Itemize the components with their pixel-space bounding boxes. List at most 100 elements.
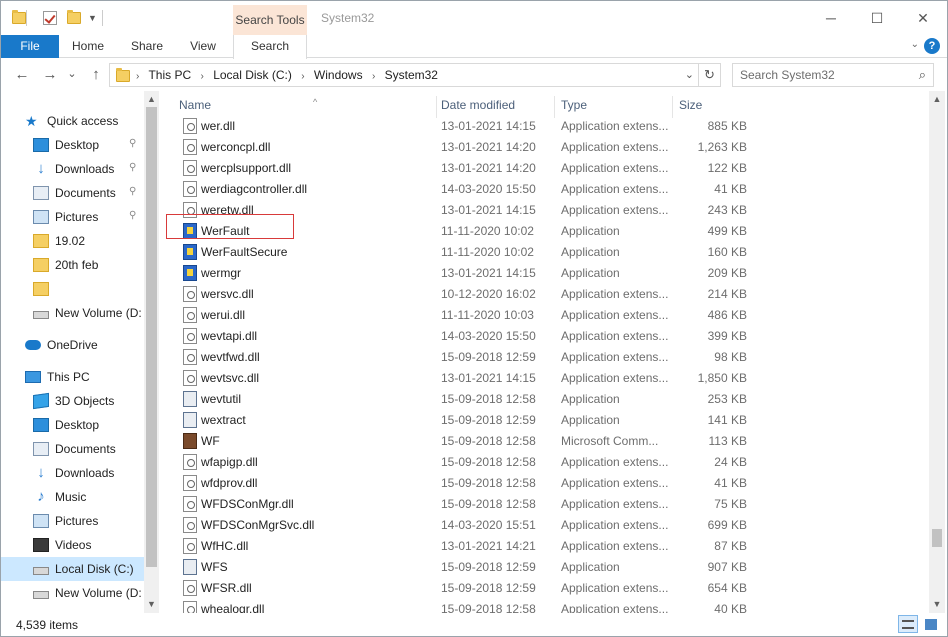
- breadcrumb-separator[interactable]: ›: [201, 71, 204, 82]
- file-row[interactable]: WfHC.dll 13-01-2021 14:21 Application exte…: [179, 536, 755, 557]
- file-row[interactable]: wercplsupport.dll 13-01-2021 14:20 Applica…: [179, 158, 755, 179]
- file-row[interactable]: wfapigp.dll 15-09-2018 12:58 Application e…: [179, 452, 755, 473]
- sidebar-item[interactable]: Local Disk (C:): [1, 557, 144, 581]
- breadcrumb-windows[interactable]: Windows: [314, 68, 363, 82]
- drive-icon: [33, 567, 49, 575]
- file-row[interactable]: wevtapi.dll 14-03-2020 15:50 Application e…: [179, 326, 755, 347]
- recent-locations-button[interactable]: ⌄: [63, 67, 81, 80]
- breadcrumb-local-disk[interactable]: Local Disk (C:): [213, 68, 292, 82]
- file-list-scrollbar[interactable]: ▲ ▼: [929, 91, 945, 613]
- back-button[interactable]: ←: [13, 66, 31, 83]
- sidebar-item[interactable]: This PC: [1, 365, 144, 389]
- file-row[interactable]: wer.dll 13-01-2021 14:15 Application exten…: [179, 116, 755, 137]
- sidebar-item[interactable]: Pictures: [1, 205, 144, 229]
- column-header-size[interactable]: Size: [673, 96, 753, 118]
- sidebar-item[interactable]: 19.02: [1, 229, 144, 253]
- file-row[interactable]: werconcpl.dll 13-01-2021 14:20 Application…: [179, 137, 755, 158]
- large-icons-view-button[interactable]: [921, 615, 941, 633]
- file-row[interactable]: wevtsvc.dll 13-01-2021 14:15 Application e…: [179, 368, 755, 389]
- up-button[interactable]: ↑: [87, 66, 105, 83]
- file-date: 15-09-2018 12:59: [441, 350, 536, 364]
- sidebar-item[interactable]: 3D Objects: [1, 389, 144, 413]
- sidebar-item-label: Downloads: [55, 466, 115, 480]
- file-row[interactable]: wermgr 13-01-2021 14:15 Application 209 KB: [179, 263, 755, 284]
- column-header-name[interactable]: Name ^: [173, 96, 437, 118]
- new-folder-icon[interactable]: [67, 10, 81, 26]
- column-header-date[interactable]: Date modified: [435, 96, 555, 118]
- breadcrumb-this-pc[interactable]: This PC: [148, 68, 191, 82]
- file-row[interactable]: wevtfwd.dll 15-09-2018 12:59 Application e…: [179, 347, 755, 368]
- file-row[interactable]: wevtutil 15-09-2018 12:58 Application 253 K…: [179, 389, 755, 410]
- sidebar-item[interactable]: Videos: [1, 533, 144, 557]
- help-icon[interactable]: ?: [924, 38, 940, 54]
- breadcrumb-separator[interactable]: ›: [301, 71, 304, 82]
- tab-file[interactable]: File: [1, 35, 59, 58]
- close-button[interactable]: ✕: [911, 7, 935, 29]
- tab-search[interactable]: Search: [233, 35, 307, 59]
- scrollbar-thumb[interactable]: [146, 107, 157, 567]
- sidebar-item[interactable]: 20th feb: [1, 253, 144, 277]
- dll-file-icon: [183, 139, 197, 155]
- scroll-down-icon[interactable]: ▼: [144, 599, 159, 609]
- file-row[interactable]: wfdprov.dll 15-09-2018 12:58 Application e…: [179, 473, 755, 494]
- file-size: 122 KB: [707, 161, 747, 175]
- tab-view[interactable]: View: [183, 35, 223, 58]
- breadcrumb-system32[interactable]: System32: [385, 68, 438, 82]
- sidebar-item[interactable]: Desktop: [1, 413, 144, 437]
- file-row[interactable]: werdiagcontroller.dll 14-03-2020 15:50 App…: [179, 179, 755, 200]
- file-row[interactable]: werui.dll 11-11-2020 10:03 Application ext…: [179, 305, 755, 326]
- file-row[interactable]: wextract 15-09-2018 12:59 Application 141 K…: [179, 410, 755, 431]
- sidebar-item[interactable]: Documents: [1, 437, 144, 461]
- refresh-button[interactable]: ↻: [698, 64, 720, 86]
- customize-quick-access-icon[interactable]: ▼: [88, 10, 97, 26]
- file-date: 15-09-2018 12:58: [441, 392, 536, 406]
- context-tab-label: Search Tools: [233, 5, 307, 35]
- breadcrumb-separator[interactable]: ›: [372, 71, 375, 82]
- file-size: 1,850 KB: [697, 371, 747, 385]
- navigation-scrollbar[interactable]: ▲ ▼: [144, 91, 159, 613]
- expand-ribbon-icon[interactable]: ⌄: [911, 39, 919, 50]
- sidebar-item[interactable]: OneDrive: [1, 333, 144, 357]
- sidebar-item[interactable]: New Volume (D:: [1, 301, 144, 325]
- file-row[interactable]: WFS 15-09-2018 12:59 Application 907 KB: [179, 557, 755, 578]
- search-input[interactable]: [733, 64, 903, 86]
- file-row[interactable]: WF 15-09-2018 12:58 Microsoft Comm... 113 K…: [179, 431, 755, 452]
- scrollbar-thumb[interactable]: [932, 529, 942, 547]
- properties-icon[interactable]: [43, 10, 57, 26]
- sidebar-item[interactable]: Documents: [1, 181, 144, 205]
- sidebar-item[interactable]: Desktop: [1, 133, 144, 157]
- file-row[interactable]: WFDSConMgr.dll 15-09-2018 12:58 Applicatio…: [179, 494, 755, 515]
- tab-share[interactable]: Share: [125, 35, 169, 58]
- sidebar-item[interactable]: ♪ Music: [1, 485, 144, 509]
- folder-icon: [33, 258, 49, 272]
- scroll-down-icon[interactable]: ▼: [929, 599, 945, 609]
- pin-icon: ⚲: [129, 210, 137, 221]
- search-icon[interactable]: ⌕: [919, 67, 926, 83]
- details-view-button[interactable]: [898, 615, 918, 633]
- cloud-icon: [25, 340, 41, 350]
- forward-button[interactable]: →: [41, 66, 59, 83]
- tab-home[interactable]: Home: [67, 35, 109, 58]
- sidebar-item[interactable]: Pictures: [1, 509, 144, 533]
- file-row[interactable]: WFDSConMgrSvc.dll 14-03-2020 15:51 Applica…: [179, 515, 755, 536]
- address-dropdown-icon[interactable]: ⌄: [685, 68, 694, 81]
- sidebar-item-label: 19.02: [55, 234, 86, 248]
- maximize-button[interactable]: ☐: [865, 7, 889, 29]
- scroll-up-icon[interactable]: ▲: [144, 94, 159, 104]
- file-row[interactable]: WerFaultSecure 11-11-2020 10:02 Applicatio…: [179, 242, 755, 263]
- column-header-type[interactable]: Type: [555, 96, 673, 118]
- file-name: wermgr: [201, 266, 242, 280]
- sidebar-item-label: New Volume (D:: [55, 306, 142, 320]
- sidebar-item[interactable]: New Volume (D:: [1, 581, 144, 605]
- sidebar-item[interactable]: ★ Quick access: [1, 109, 144, 133]
- search-box: ⌕: [732, 63, 934, 87]
- 3d-objects-icon: [33, 392, 49, 410]
- minimize-button[interactable]: ─: [819, 7, 843, 29]
- sidebar-item[interactable]: ↓ Downloads: [1, 157, 144, 181]
- sidebar-item[interactable]: ↓ Downloads: [1, 461, 144, 485]
- file-row[interactable]: wersvc.dll 10-12-2020 16:02 Application ex…: [179, 284, 755, 305]
- sidebar-item[interactable]: [1, 277, 144, 301]
- file-row[interactable]: WFSR.dll 15-09-2018 12:59 Application exte…: [179, 578, 755, 599]
- scroll-up-icon[interactable]: ▲: [929, 94, 945, 104]
- address-bar[interactable]: › This PC › Local Disk (C:) › Windows › …: [109, 63, 721, 87]
